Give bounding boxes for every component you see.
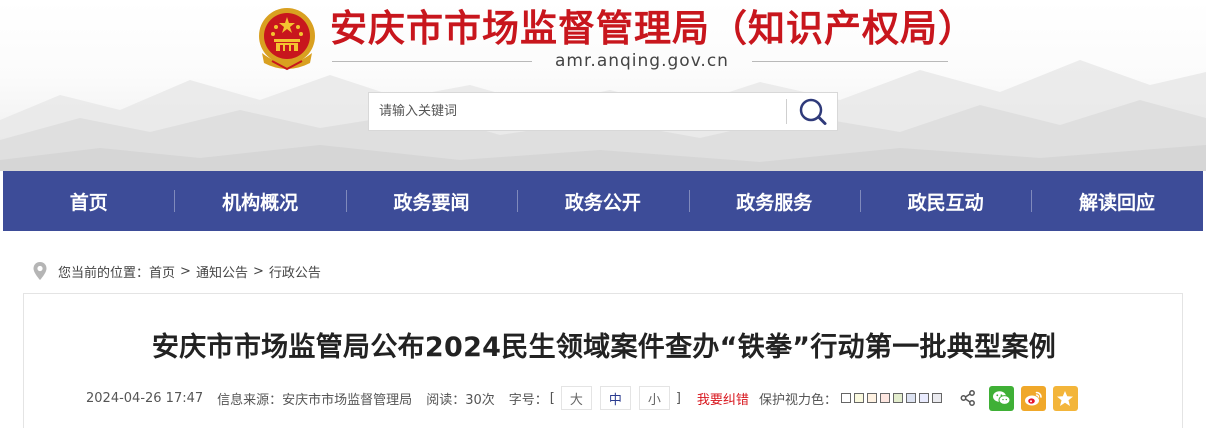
report-error-link[interactable]: 我要纠错 — [697, 389, 749, 408]
bracket-open: [ — [549, 390, 555, 406]
font-size-medium-button[interactable]: 中 — [599, 386, 631, 410]
divider-left — [332, 61, 532, 62]
nav-item-interpretation[interactable]: 解读回应 — [1031, 171, 1202, 231]
eye-care-swatch[interactable] — [905, 393, 916, 403]
article-panel: 安庆市市场监管局公布2024民生领域案件查办“铁拳”行动第一批典型案例 2024… — [23, 293, 1183, 428]
search-box — [368, 92, 838, 131]
nav-item-news[interactable]: 政务要闻 — [345, 171, 517, 231]
eye-care-swatch[interactable] — [840, 393, 851, 403]
source-value: 安庆市市场监督管理局 — [282, 392, 413, 408]
breadcrumb-notices[interactable]: 通知公告 — [196, 262, 248, 281]
weibo-icon[interactable] — [1020, 385, 1046, 411]
eye-care-swatch[interactable] — [918, 393, 929, 403]
article-title: 安庆市市场监管局公布2024民生领域案件查办“铁拳”行动第一批典型案例 — [151, 332, 1057, 363]
breadcrumb: 您当前的位置： 首页 > 通知公告 > 行政公告 — [32, 259, 321, 283]
search-input[interactable] — [369, 93, 783, 130]
nav-item-interaction[interactable]: 政民互动 — [859, 171, 1031, 231]
eye-care-label: 保护视力色： — [758, 392, 837, 408]
publish-datetime: 2024-04-26 17:47 — [86, 390, 204, 406]
main-nav: 首页 机构概况 政务要闻 政务公开 政务服务 政民互动 解读回应 — [3, 171, 1203, 231]
source-label: 信息来源： — [217, 392, 283, 408]
nav-item-disclosure[interactable]: 政务公开 — [517, 171, 688, 231]
eye-care-swatches — [840, 393, 945, 403]
eye-care-swatch[interactable] — [931, 393, 942, 403]
eye-care-swatch[interactable] — [853, 393, 864, 403]
qzone-star-icon[interactable] — [1052, 385, 1078, 411]
nav-item-services[interactable]: 政务服务 — [688, 171, 860, 231]
location-pin-icon — [33, 262, 47, 280]
site-title: 安庆市市场监督管理局（知识产权局） — [330, 7, 976, 50]
font-size-group: [ 大 中 小 ] — [548, 386, 683, 410]
national-emblem-icon — [259, 8, 315, 71]
search-divider — [786, 99, 787, 124]
breadcrumb-prefix: 您当前的位置： — [58, 265, 150, 281]
site-domain: amr.anqing.gov.cn — [555, 51, 729, 71]
wechat-icon[interactable] — [988, 385, 1014, 411]
nav-item-home[interactable]: 首页 — [3, 171, 174, 231]
breadcrumb-separator: > — [180, 263, 191, 279]
views-label: 阅读： — [426, 392, 466, 408]
breadcrumb-separator: > — [252, 263, 264, 279]
font-size-large-button[interactable]: 大 — [560, 386, 592, 410]
share-icon[interactable] — [959, 389, 977, 407]
breadcrumb-admin-notices[interactable]: 行政公告 — [269, 262, 321, 281]
divider-right — [752, 61, 948, 62]
font-size-label: 字号： — [508, 392, 548, 408]
eye-care-swatch[interactable] — [879, 393, 890, 403]
nav-item-about[interactable]: 机构概况 — [174, 171, 345, 231]
article-meta: 2024-04-26 17:47 信息来源： 安庆市市场监督管理局 阅读： 30… — [86, 385, 1078, 411]
search-icon[interactable] — [793, 95, 833, 128]
eye-care-swatch[interactable] — [892, 393, 903, 403]
domain-row: amr.anqing.gov.cn — [332, 48, 948, 74]
views-count: 30次 — [465, 392, 495, 408]
breadcrumb-home[interactable]: 首页 — [149, 262, 175, 281]
font-size-small-button[interactable]: 小 — [638, 386, 670, 410]
bracket-close: ] — [675, 390, 681, 406]
eye-care-swatch[interactable] — [866, 393, 877, 403]
site-header: 安庆市市场监督管理局（知识产权局） amr.anqing.gov.cn — [0, 0, 1206, 171]
